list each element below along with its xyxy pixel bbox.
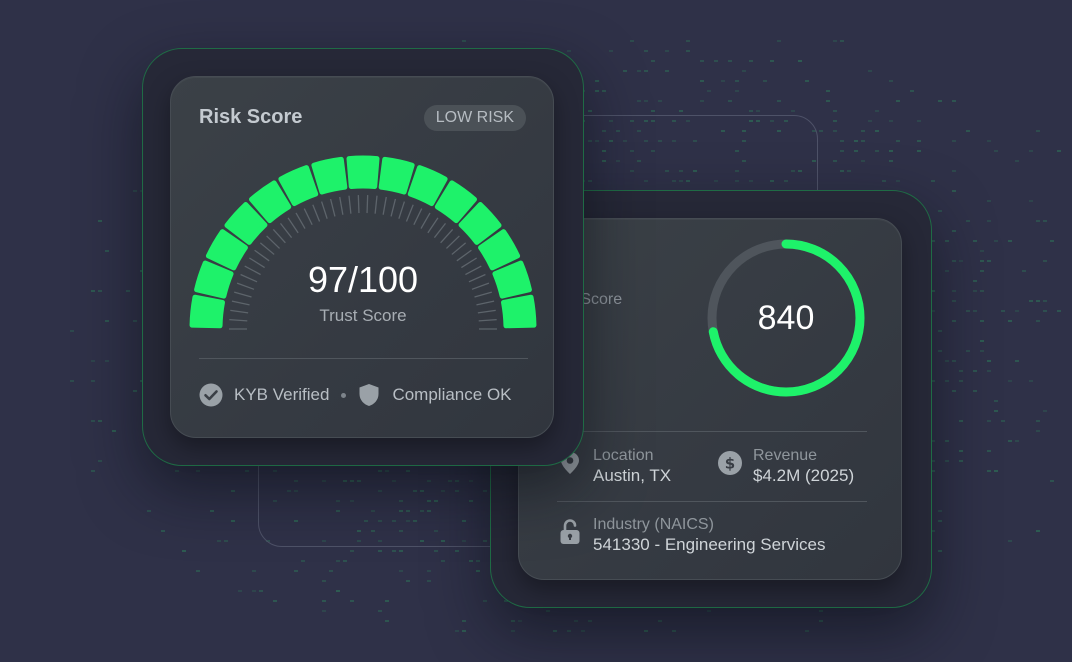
gauge-tick — [357, 195, 360, 214]
industry-label: Industry (NAICS) — [593, 516, 714, 533]
gauge-tick — [445, 235, 460, 249]
compliance-ok-label: Compliance OK — [392, 385, 512, 404]
gauge-tick — [329, 198, 336, 217]
gauge-segment — [311, 156, 348, 195]
gauge-tick — [272, 228, 286, 244]
kyb-verified-label: KYB Verified — [234, 385, 330, 404]
trust-score-label: Trust Score — [319, 306, 407, 325]
gauge-tick — [405, 204, 414, 222]
divider — [557, 501, 867, 502]
gauge-segment — [346, 155, 380, 189]
gauge-tick — [366, 195, 369, 214]
gauge-tick — [374, 195, 378, 214]
credit-score-value: 840 — [757, 298, 815, 337]
divider — [199, 358, 528, 359]
shield-icon — [359, 384, 379, 406]
revenue-info: $ Revenue $4.2M (2025) — [717, 446, 854, 486]
unlock-icon — [557, 519, 583, 545]
location-label: Location — [593, 447, 654, 464]
gauge-tick — [266, 235, 281, 249]
gauge-tick — [303, 208, 313, 226]
status-row: KYB Verified Compliance OK — [199, 383, 512, 407]
gauge-tick — [427, 217, 439, 234]
industry-info: Industry (NAICS) 541330 - Engineering Se… — [557, 515, 825, 555]
gauge-tick — [312, 204, 321, 222]
revenue-value: $4.2M (2025) — [753, 466, 855, 485]
gauge-tick — [420, 212, 431, 229]
gauge-tick — [390, 198, 397, 217]
divider — [557, 431, 867, 432]
dollar-coin-icon: $ — [717, 450, 743, 476]
gauge-tick — [433, 223, 447, 238]
location-value: Austin, TX — [593, 466, 672, 485]
gauge-tick — [259, 242, 275, 255]
gauge-tick — [339, 196, 344, 215]
gauge-tick — [287, 217, 299, 234]
trust-score-value: 97/100 — [307, 259, 419, 300]
gauge-tick — [413, 208, 423, 226]
gauge-segment — [378, 156, 415, 195]
risk-score-card: Risk Score LOW RISK 97/100 Trust Score K… — [170, 76, 554, 438]
gauge-tick — [320, 201, 328, 219]
gauge-tick — [279, 223, 293, 238]
gauge-tick — [382, 196, 387, 215]
gauge-tick — [476, 300, 495, 306]
check-circle-icon — [199, 383, 223, 407]
gauge-tick — [231, 300, 250, 306]
revenue-label: Revenue — [753, 447, 818, 464]
gauge-tick — [440, 228, 454, 244]
svg-text:$: $ — [725, 455, 735, 473]
industry-value: 541330 - Engineering Services — [593, 535, 826, 554]
gauge-tick — [348, 195, 352, 214]
gauge-tick — [451, 242, 467, 255]
gauge-tick — [295, 212, 306, 229]
gauge-tick — [398, 201, 406, 219]
separator-dot — [341, 392, 347, 398]
